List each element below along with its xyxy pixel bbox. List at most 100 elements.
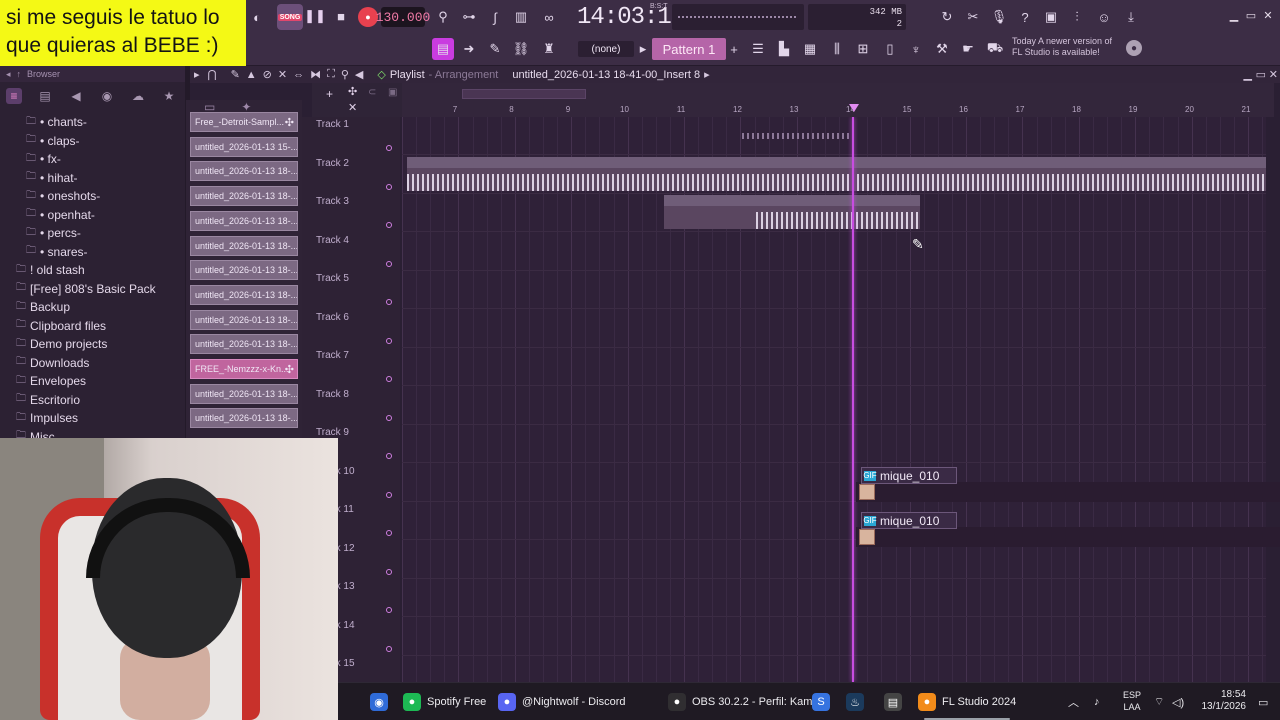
channel-item[interactable]: untitled_2026-01-13 18-... xyxy=(190,408,298,429)
timeline-ruler[interactable]: 7 8 9 10 11 12 13 14 15 16 17 18 19 20 21 xyxy=(402,83,1274,117)
channel-item[interactable]: Free_-Detroit-Sampl... ✣ xyxy=(190,112,298,132)
playhead-marker-icon[interactable] xyxy=(849,104,859,112)
taskbar-item[interactable]: ● Spotify Free xyxy=(403,683,486,720)
magnet-icon[interactable]: ⊂ xyxy=(368,87,376,98)
touch-icon[interactable]: ☛ xyxy=(957,38,979,60)
delete-icon[interactable]: ⊘ xyxy=(263,68,272,81)
arrow-up-icon[interactable]: ↑ xyxy=(17,69,22,79)
arrow-left-icon[interactable]: ◂ xyxy=(6,69,11,80)
track-mute-icon[interactable] xyxy=(386,414,392,421)
tags-tab-icon[interactable]: ◉ xyxy=(99,88,115,104)
wifi-icon[interactable]: ⌔ xyxy=(1154,683,1164,720)
favorites-tab-icon[interactable]: ★ xyxy=(161,88,177,104)
arrow-right-icon[interactable]: ▸ xyxy=(194,68,200,81)
browser-folder[interactable]: 🗀 • openhat- xyxy=(26,206,95,224)
track-lane[interactable] xyxy=(402,579,1266,617)
taskbar-item[interactable]: ● FL Studio 2024 xyxy=(918,683,1016,720)
stop-button[interactable]: ■ xyxy=(332,7,350,25)
track-mute-icon[interactable] xyxy=(386,376,392,382)
track-name[interactable]: Track 8 xyxy=(316,389,349,400)
add-pattern-button[interactable]: + xyxy=(727,41,741,57)
channel-item[interactable]: untitled_2026-01-13 18-... xyxy=(190,260,298,281)
wait-input-icon[interactable]: ⊶ xyxy=(458,6,480,28)
track-name[interactable]: Track 1 xyxy=(316,119,349,130)
browser-folder[interactable]: 🗀 Clipboard files xyxy=(16,317,106,335)
playlist-view-icon[interactable]: ▤ xyxy=(432,38,454,60)
track-name[interactable]: Track 7 xyxy=(316,350,349,361)
grid-icon[interactable]: ⊞ xyxy=(852,38,874,60)
sliders-icon[interactable]: ⫼ xyxy=(826,38,848,60)
tools-icon[interactable]: ⚒ xyxy=(931,38,953,60)
zoom-icon[interactable]: ⚲ xyxy=(341,68,349,81)
cut-icon[interactable]: ✂ xyxy=(962,6,984,28)
files-tab-icon[interactable]: ▤ xyxy=(37,88,53,104)
taskbar-item[interactable]: ● @Nightwolf - Discord xyxy=(498,683,625,720)
playlist-grid[interactable]: FREE_-Nemzzz-x-Knucks-x-Hoodtrap-Type-Be… xyxy=(402,117,1266,682)
mute-icon[interactable]: ✕ xyxy=(278,68,287,81)
track-lane[interactable] xyxy=(402,233,1266,271)
stamp-icon[interactable]: ♜ xyxy=(538,38,560,60)
loop-record-icon[interactable]: ∞ xyxy=(538,6,560,28)
track-lane[interactable] xyxy=(402,618,1266,656)
browser-folder[interactable]: 🗀 • chants- xyxy=(26,113,87,131)
overview-scrollbar[interactable] xyxy=(462,89,586,99)
dial-icon[interactable]: ◐ xyxy=(246,6,268,28)
channel-item[interactable]: untitled_2026-01-13 18-... xyxy=(190,284,298,305)
chrome-icon[interactable]: ◉ xyxy=(370,683,388,720)
track-mute-icon[interactable] xyxy=(386,568,392,575)
browser-folder[interactable]: 🗀 ! old stash xyxy=(16,261,85,279)
link-icon[interactable]: ⛓ xyxy=(510,38,532,60)
mixer-view-icon[interactable]: ▦ xyxy=(799,38,821,60)
mixer-icon[interactable]: ⫶ xyxy=(1066,6,1088,28)
playhead[interactable] xyxy=(852,117,854,682)
paint-icon[interactable]: ▲ xyxy=(246,69,257,81)
plugin-icon[interactable]: ♆ xyxy=(905,38,927,60)
browser-folder[interactable]: 🗀 Envelopes xyxy=(16,372,86,390)
track-mute-icon[interactable] xyxy=(386,183,392,190)
browser-folder[interactable]: 🗀 • fx- xyxy=(26,150,61,168)
pattern-play-icon[interactable]: ▸ xyxy=(636,40,650,58)
help-icon[interactable]: ? xyxy=(1014,6,1036,28)
track-name[interactable]: Track 2 xyxy=(316,158,349,169)
browser-folder[interactable]: 🗀 [Free] 808's Basic Pack xyxy=(16,280,156,298)
tempo-display[interactable]: 130.000 xyxy=(376,7,430,27)
browser-folder[interactable]: 🗀 Downloads xyxy=(16,354,89,372)
track-lane[interactable] xyxy=(402,425,1266,463)
track-mute-icon[interactable] xyxy=(386,607,392,613)
close-icon[interactable]: ✕ xyxy=(1260,8,1276,22)
track-lane[interactable] xyxy=(402,271,1266,309)
channel-item[interactable]: untitled_2026-01-13 15-... xyxy=(190,136,298,157)
playlist-minimize-icon[interactable]: ▁ xyxy=(1244,68,1252,81)
globe-icon[interactable]: ● xyxy=(1126,40,1142,56)
download-icon[interactable]: ⤓ xyxy=(1120,6,1142,28)
maximize-icon[interactable]: ▭ xyxy=(1243,8,1259,22)
taskbar-item[interactable]: ● OBS 30.2.2 - Perfil: Kami xyxy=(668,683,815,720)
add-track-icon[interactable]: + xyxy=(326,87,333,101)
channel-item[interactable]: untitled_2026-01-13 18-... xyxy=(190,334,298,355)
channel-item[interactable]: untitled_2026-01-13 18-... xyxy=(190,210,298,231)
system-clock[interactable]: 18:54 13/1/2026 xyxy=(1196,689,1247,713)
plugins-tab-icon[interactable]: ◀ xyxy=(68,88,84,104)
channel-rack-icon[interactable]: ☰ xyxy=(747,38,769,60)
step-edit-icon[interactable]: ▥ xyxy=(510,6,532,28)
cloud-tab-icon[interactable]: ☁ xyxy=(130,88,146,104)
file-icon[interactable]: ▯ xyxy=(879,38,901,60)
track-mute-icon[interactable] xyxy=(386,453,392,459)
track-lane[interactable] xyxy=(402,310,1266,348)
brush-icon[interactable]: ✎ xyxy=(484,38,506,60)
track-mute-icon[interactable] xyxy=(386,222,392,228)
track-name[interactable]: Track 5 xyxy=(316,273,349,284)
arrow-icon[interactable]: ➜ xyxy=(458,38,480,60)
select-icon[interactable]: ⛶ xyxy=(327,68,335,81)
song-position-display[interactable]: 14:03:11 xyxy=(577,3,685,31)
channel-item[interactable]: FREE_-Nemzzz-x-Kn... ✣ xyxy=(190,359,298,379)
metronome-icon[interactable]: ⚲ xyxy=(432,6,454,28)
track-lane[interactable] xyxy=(402,348,1266,386)
lock-icon[interactable]: ▣ xyxy=(388,87,397,98)
chevron-up-icon[interactable]: ︿ xyxy=(1068,683,1079,720)
slip-icon[interactable]: ⇔ xyxy=(293,69,304,81)
browser-folder[interactable]: 🗀 Backup xyxy=(16,298,70,316)
browser-folder[interactable]: 🗀 • percs- xyxy=(26,224,81,242)
language-indicator[interactable]: ESP LAA xyxy=(1120,689,1144,713)
track-name[interactable]: Track 4 xyxy=(316,235,349,246)
